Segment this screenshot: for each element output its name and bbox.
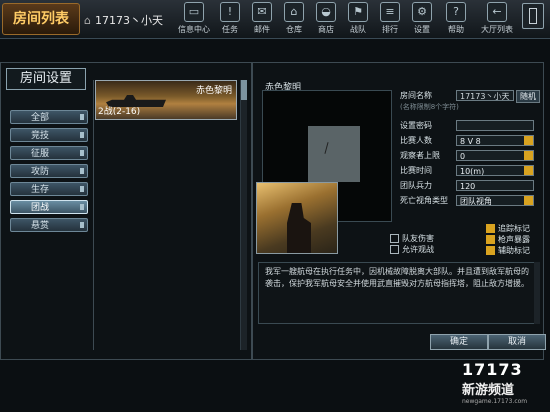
map-card[interactable]: 赤色黎明 2战(2-16): [95, 80, 237, 120]
cancel-button[interactable]: 取消: [488, 334, 546, 350]
player-count-row: 比赛人数 8 V 8: [400, 135, 540, 147]
nav-help[interactable]: ? 帮助: [439, 2, 473, 35]
nav-rank[interactable]: ≡ 排行: [373, 2, 407, 35]
mail-icon: ✉: [252, 2, 272, 22]
dropdown-arrow-icon: [524, 166, 533, 175]
description-scrollbar[interactable]: [534, 262, 540, 324]
group-icon: ⚑: [348, 2, 368, 22]
gear-icon: ⚙: [412, 2, 432, 22]
mode-team-battle[interactable]: 团战: [10, 200, 88, 214]
map-list-scrollbar[interactable]: [240, 80, 247, 350]
panel-divider: [93, 80, 94, 350]
bag-icon: ◒: [316, 2, 336, 22]
map-thumbnail: [256, 182, 338, 254]
strength-row: 团队兵力 120: [400, 180, 540, 192]
confirm-button[interactable]: 确定: [430, 334, 488, 350]
observer-row: 观察者上限 0: [400, 150, 540, 162]
map-card-players: 2战(2-16): [98, 107, 141, 117]
rank-icon: ≡: [380, 2, 400, 22]
strength-input[interactable]: 120: [456, 180, 534, 191]
scrollbar-thumb[interactable]: [241, 80, 247, 100]
exit-button[interactable]: [522, 3, 544, 29]
room-name-row: 房间名称 17173丶小天 随机 (名称限制8个字符): [400, 90, 540, 111]
settings-title: 房间设置: [6, 68, 86, 90]
mode-bounty[interactable]: 悬赏: [10, 218, 88, 232]
map-card-name: 赤色黎明: [195, 86, 232, 96]
time-row: 比赛时间 10(m): [400, 165, 540, 177]
mode-competitive[interactable]: 竞技: [10, 128, 88, 142]
nav-info-center[interactable]: ▭ 信息中心: [177, 2, 211, 35]
user-info: ⌂ 17173丶小天: [84, 12, 163, 28]
tower-silhouette: [287, 203, 311, 253]
mode-all[interactable]: 全部: [10, 110, 88, 124]
logo-main: 17173: [462, 360, 523, 379]
nav-team[interactable]: ⚑ 战队: [341, 2, 375, 35]
room-name-hint: (名称限制8个字符): [400, 103, 459, 111]
watermark-logo: 17173 新游频道 newgame.17173.com: [462, 360, 548, 410]
logo-url: newgame.17173.com: [462, 398, 528, 405]
alert-icon: !: [220, 2, 240, 22]
top-bar: 房间列表 ⌂ 17173丶小天 ▭ 信息中心 ! 任务 ✉ 邮件 ⌂ 仓库 ◒ 商店 ⚑ 战队…: [0, 0, 550, 39]
nav-settings[interactable]: ⚙ 设置: [405, 2, 439, 35]
username: 17173丶小天: [94, 14, 163, 27]
random-name-button[interactable]: 随机: [516, 90, 540, 103]
gunfire-expose-checkbox[interactable]: 枪声暴露: [486, 235, 546, 245]
home-icon: ⌂: [84, 14, 91, 27]
dropdown-arrow-icon: [524, 151, 533, 160]
nav-mail[interactable]: ✉ 邮件: [245, 2, 279, 35]
nav-task[interactable]: ! 任务: [213, 2, 247, 35]
death-view-row: 死亡视角类型 团队视角: [400, 195, 540, 207]
back-icon: ←: [487, 2, 507, 22]
observer-select[interactable]: 0: [456, 150, 534, 161]
dropdown-arrow-icon: [524, 136, 533, 145]
player-count-select[interactable]: 8 V 8: [456, 135, 534, 146]
nav-lobby-list[interactable]: ← 大厅列表: [480, 2, 514, 35]
track-mark-checkbox[interactable]: 追踪标记: [486, 224, 546, 234]
nav-warehouse[interactable]: ⌂ 仓库: [277, 2, 311, 35]
monitor-icon: ▭: [184, 2, 204, 22]
dropdown-arrow-icon: [524, 196, 533, 205]
room-list-title[interactable]: 房间列表: [2, 3, 80, 35]
minimap: [308, 126, 360, 182]
password-row: 设置密码: [400, 120, 540, 132]
logo-sub: 新游频道: [462, 383, 515, 398]
allow-observe-checkbox[interactable]: 允许观战: [390, 245, 480, 255]
password-input[interactable]: [456, 120, 534, 131]
friendly-fire-checkbox[interactable]: 队友伤害: [390, 234, 480, 244]
mode-attack-defense[interactable]: 攻防: [10, 164, 88, 178]
mode-list: 全部 竞技 征服 攻防 生存 团战 悬赏: [10, 110, 90, 236]
assist-mark-checkbox[interactable]: 辅助标记: [486, 246, 546, 256]
help-icon: ?: [446, 2, 466, 22]
mission-description: 我军一艘航母在执行任务中，因机械故障脱离大部队。并且遭到敌军航母的袭击，保护我军…: [258, 262, 540, 324]
time-select[interactable]: 10(m): [456, 165, 534, 176]
nav-shop[interactable]: ◒ 商店: [309, 2, 343, 35]
mode-survival[interactable]: 生存: [10, 182, 88, 196]
mode-conquest[interactable]: 征服: [10, 146, 88, 160]
home-icon: ⌂: [284, 2, 304, 22]
death-view-select[interactable]: 团队视角: [456, 195, 534, 206]
room-name-input[interactable]: 17173丶小天: [456, 90, 514, 101]
